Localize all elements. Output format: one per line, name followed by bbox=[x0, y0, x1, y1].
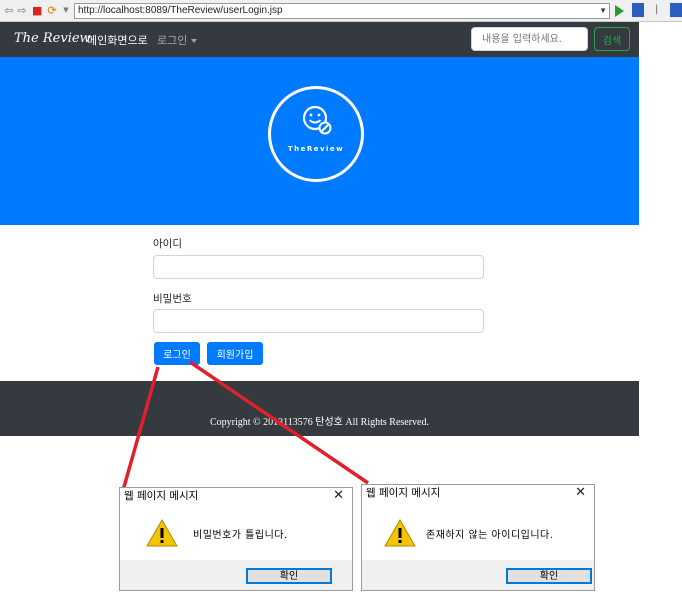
dialog-footer: 확인 bbox=[120, 560, 352, 590]
search-button[interactable]: 검색 bbox=[594, 27, 630, 51]
refresh-icon[interactable]: ⟳ bbox=[46, 3, 58, 18]
search-input[interactable] bbox=[471, 27, 588, 51]
warning-icon bbox=[384, 518, 416, 547]
password-input[interactable] bbox=[153, 309, 484, 333]
copyright-text: Copyright © 2013113576 탄성호 All Rights Re… bbox=[210, 417, 429, 428]
login-button[interactable]: 로그인 bbox=[154, 342, 200, 365]
smiley-icon bbox=[302, 105, 332, 135]
nav-login-dropdown[interactable]: 로그인 bbox=[157, 32, 198, 48]
caret-down-icon bbox=[191, 39, 198, 43]
toolbar-divider: | bbox=[655, 4, 659, 15]
password-error-dialog: 웹 페이지 메시지 ✕ 비밀번호가 틀립니다. 확인 bbox=[119, 487, 353, 591]
address-text: http://localhost:8089/TheReview/userLogi… bbox=[78, 5, 283, 16]
signup-button[interactable]: 회원가입 bbox=[207, 342, 263, 365]
ok-button[interactable]: 확인 bbox=[506, 568, 592, 584]
screenshot: ⇦ ⇨ ■ ⟳ ▼ http://localhost:8089/TheRevie… bbox=[0, 0, 682, 602]
id-input[interactable] bbox=[153, 255, 484, 279]
address-dropdown-icon[interactable]: ▼ bbox=[599, 4, 607, 18]
nav-main-link[interactable]: 메인화면으로 bbox=[87, 32, 148, 48]
site-footer: Copyright © 2013113576 탄성호 All Rights Re… bbox=[0, 381, 639, 436]
dialog-title: 웹 페이지 메시지 bbox=[124, 490, 199, 502]
ok-button[interactable]: 확인 bbox=[246, 568, 332, 584]
logo-text: TheReview bbox=[287, 145, 345, 153]
close-icon[interactable]: ✕ bbox=[333, 488, 344, 503]
password-label: 비밀번호 bbox=[153, 293, 192, 305]
warning-icon bbox=[146, 518, 178, 547]
dialog-title: 웹 페이지 메시지 bbox=[366, 487, 441, 499]
site-logo: TheReview bbox=[268, 86, 364, 182]
browser-toolbar: ⇦ ⇨ ■ ⟳ ▼ http://localhost:8089/TheRevie… bbox=[0, 0, 682, 22]
brand-logo[interactable]: The Review bbox=[14, 31, 91, 46]
site-navbar: The Review 메인화면으로 로그인 검색 bbox=[0, 22, 639, 57]
history-dropdown-icon[interactable]: ▼ bbox=[61, 3, 71, 18]
stop-icon[interactable]: ■ bbox=[32, 3, 42, 18]
id-not-found-dialog: 웹 페이지 메시지 ✕ 존재하지 않는 아이디입니다. 확인 bbox=[361, 484, 595, 591]
go-icon[interactable] bbox=[615, 5, 624, 17]
browser-menu-icon[interactable] bbox=[670, 3, 682, 17]
hero-banner: TheReview bbox=[0, 57, 639, 225]
dialog-message: 존재하지 않는 아이디입니다. bbox=[426, 530, 554, 541]
browser-extension-icon[interactable] bbox=[632, 3, 644, 17]
id-label: 아이디 bbox=[153, 238, 182, 250]
back-icon[interactable]: ⇦ bbox=[3, 3, 15, 18]
forward-icon[interactable]: ⇨ bbox=[16, 3, 28, 18]
dialog-message: 비밀번호가 틀립니다. bbox=[193, 530, 288, 541]
address-bar[interactable]: http://localhost:8089/TheReview/userLogi… bbox=[74, 3, 610, 19]
dialog-footer: 확인 bbox=[362, 560, 594, 590]
close-icon[interactable]: ✕ bbox=[575, 485, 586, 500]
nav-login-label: 로그인 bbox=[157, 34, 188, 47]
